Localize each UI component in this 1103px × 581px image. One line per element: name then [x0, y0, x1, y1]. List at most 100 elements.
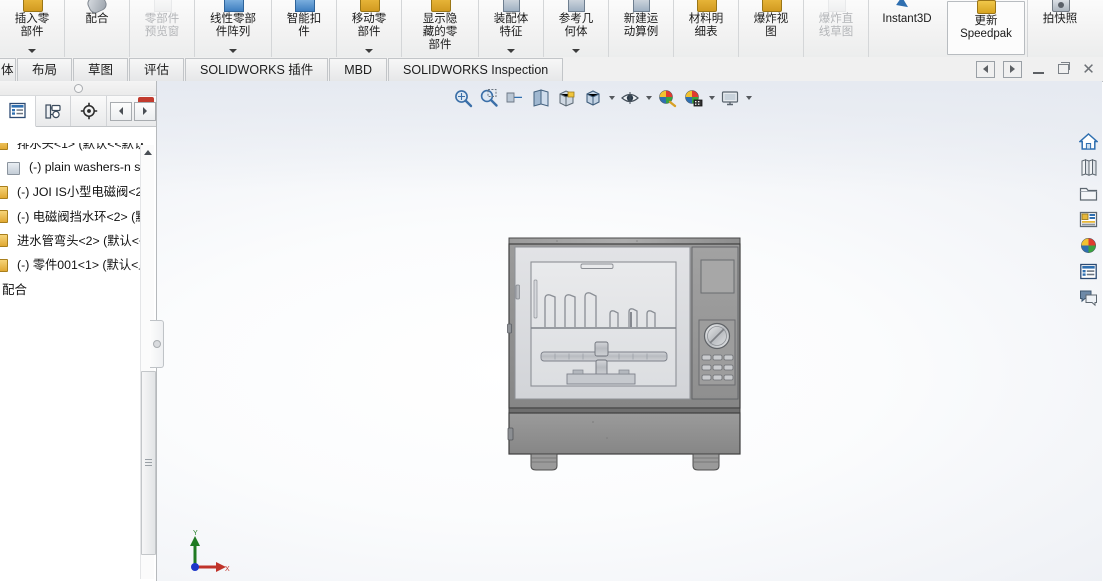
design-library-button[interactable]: [1077, 156, 1100, 179]
ribbon-update-speedpak[interactable]: 更新 Speedpak: [947, 0, 1025, 55]
appearances-scenes-icon: [1081, 238, 1096, 253]
previous-view-button[interactable]: [502, 85, 528, 111]
part-icon: [0, 233, 15, 248]
tab-evaluate[interactable]: 评估: [129, 58, 185, 81]
next-document-button[interactable]: [1003, 60, 1022, 78]
solidworks-window: 插入零 部件 配合 零部件 预览窗 线性零部 件阵列 智能扣 件移动零 部件 显示隐 藏的…: [0, 0, 1103, 581]
section-view-button[interactable]: [528, 85, 554, 111]
tree-item-label: 排水头<1> (默认<<默认: [17, 143, 147, 151]
tree-nav-back[interactable]: [110, 101, 133, 121]
prev-document-button[interactable]: [976, 60, 995, 78]
home-icon: [1079, 132, 1098, 150]
display-style-icon: [586, 90, 600, 106]
ribbon-assembly-features[interactable]: 装配体 特征: [478, 0, 543, 57]
view-settings-button[interactable]: [717, 85, 743, 111]
ribbon-move-component-dropdown-caret[interactable]: [365, 49, 373, 53]
ribbon-instant3d-label: Instant3D: [882, 13, 932, 25]
solidworks-resources-button[interactable]: [1077, 130, 1100, 153]
ribbon-update-speedpak-label: 更新 Speedpak: [960, 15, 1012, 40]
ribbon-show-hidden-components-label: 显示隐 藏的零 部件: [422, 13, 458, 51]
close-button[interactable]: ✕: [1080, 61, 1097, 77]
ribbon-move-component[interactable]: 移动零 部件: [336, 0, 401, 57]
previous-view-icon: [506, 92, 522, 103]
ribbon-new-motion-study[interactable]: 新建运 动算例: [608, 0, 673, 57]
tab-layout[interactable]: 布局: [17, 58, 73, 81]
custom-properties-button[interactable]: [1077, 260, 1100, 283]
apply-scene-button[interactable]: [680, 85, 706, 111]
assembly-ribbon: 插入零 部件 配合 零部件 预览窗 线性零部 件阵列 智能扣 件 移动零 部件 显示隐 藏的…: [0, 0, 1103, 58]
ribbon-take-snapshot[interactable]: 拍快照: [1027, 0, 1092, 57]
tab-solidworks-addins[interactable]: SOLIDWORKS 插件: [185, 58, 329, 81]
tree-item[interactable]: (-) 电磁阀挡水环<2> (默: [0, 203, 156, 227]
ribbon-bill-of-materials-label: 材料明 细表: [688, 13, 724, 38]
design-library-icon: [1081, 159, 1097, 176]
view-palette-icon: [1079, 211, 1098, 228]
display-style-button[interactable]: [580, 85, 606, 111]
ribbon-assembly-features-label: 装配体 特征: [493, 13, 529, 38]
ribbon-reference-geometry[interactable]: 参考几 何体: [543, 0, 608, 57]
restore-button[interactable]: [1055, 62, 1072, 77]
scroll-up-button[interactable]: [141, 145, 154, 159]
tree-nav-forward[interactable]: [134, 101, 157, 121]
ribbon-linear-component-pattern-dropdown-caret[interactable]: [229, 49, 237, 53]
reference-geometry-icon: [563, 0, 589, 12]
minimize-button[interactable]: [1030, 62, 1047, 77]
graphics-area[interactable]: Y X: [157, 81, 1102, 581]
part-icon: [0, 143, 15, 151]
tree-item[interactable]: 排水头<1> (默认<<默认: [0, 143, 156, 155]
ribbon-show-hidden-components[interactable]: 显示隐 藏的零 部件: [401, 0, 478, 57]
tree-item[interactable]: (-) JOI IS小型电磁阀<2>: [0, 179, 156, 203]
bom-icon: [693, 0, 719, 12]
view-orientation-button[interactable]: [554, 85, 580, 111]
ribbon-insert-components-dropdown-caret[interactable]: [28, 49, 36, 53]
tree-item[interactable]: (-) 零件001<1> (默认<显: [0, 252, 156, 276]
ribbon-new-motion-study-label: 新建运 动算例: [623, 13, 659, 38]
apply-scene-dropdown-caret[interactable]: [706, 85, 717, 111]
tab-solidworks-inspection[interactable]: SOLIDWORKS Inspection: [388, 58, 564, 81]
tab-assembly-clipped[interactable]: 体: [0, 58, 16, 81]
view-settings-dropdown-caret[interactable]: [743, 85, 754, 111]
splitter-dot-icon: [152, 340, 161, 348]
triad-y-label: Y: [193, 530, 198, 537]
ribbon-mate[interactable]: 配合: [64, 0, 129, 57]
configuration-manager-icon: [80, 102, 97, 120]
configuration-manager-tab[interactable]: [71, 96, 108, 126]
ribbon-take-snapshot-label: 拍快照: [1042, 13, 1078, 25]
feature-manager-tab[interactable]: [0, 95, 36, 127]
ribbon-smart-fasteners[interactable]: 智能扣 件: [271, 0, 336, 57]
zoom-to-area-button[interactable]: [476, 85, 502, 111]
hide-show-items-button[interactable]: [617, 85, 643, 111]
motion-study-icon: [628, 0, 654, 12]
appearances-scenes-button[interactable]: [1077, 234, 1100, 257]
tree-item[interactable]: 进水管弯头<2> (默认<<: [0, 228, 156, 252]
zoom-to-area-icon: [480, 89, 498, 107]
tab-sketch[interactable]: 草图: [73, 58, 129, 81]
edit-appearance-button[interactable]: [654, 85, 680, 111]
dishwasher-model[interactable]: [507, 236, 742, 481]
ribbon-linear-component-pattern[interactable]: 线性零部 件阵列: [194, 0, 271, 57]
display-style-dropdown-caret[interactable]: [606, 85, 617, 111]
scrollbar-thumb[interactable]: [141, 371, 156, 555]
ribbon-reference-geometry-dropdown-caret[interactable]: [572, 49, 580, 53]
linear-pattern-icon: [220, 0, 246, 12]
feature-manager-panel: (-) hex nuts, style 1-gra(-) hexagon hea…: [0, 81, 157, 581]
zoom-to-fit-button[interactable]: [450, 85, 476, 111]
tree-item[interactable]: (-) plain washers-n seri: [0, 155, 156, 179]
ribbon-insert-components[interactable]: 插入零 部件: [0, 0, 64, 57]
property-manager-tab[interactable]: [36, 96, 72, 126]
ribbon-assembly-features-dropdown-caret[interactable]: [507, 49, 515, 53]
panel-grip[interactable]: [0, 81, 156, 96]
ribbon-instant3d[interactable]: Instant3D: [868, 0, 945, 57]
panel-splitter-handle[interactable]: [150, 320, 164, 368]
tree-item[interactable]: 配合: [0, 276, 156, 300]
ribbon-bill-of-materials[interactable]: 材料明 细表: [673, 0, 738, 57]
tab-mbd[interactable]: MBD: [329, 58, 388, 81]
solidworks-forum-button[interactable]: [1077, 286, 1100, 309]
ribbon-linear-component-pattern-label: 线性零部 件阵列: [210, 13, 256, 38]
file-explorer-button[interactable]: [1077, 182, 1100, 205]
ribbon-exploded-view[interactable]: 爆炸视 图: [738, 0, 803, 57]
command-manager-tabs: 体 布局 草图 评估 SOLIDWORKS 插件 MBD SOLIDWORKS Inspe…: [0, 57, 1103, 82]
view-palette-button[interactable]: [1077, 208, 1100, 231]
feature-tree[interactable]: (-) hex nuts, style 1-gra(-) hexagon hea…: [0, 143, 156, 581]
hide-show-items-dropdown-caret[interactable]: [643, 85, 654, 111]
